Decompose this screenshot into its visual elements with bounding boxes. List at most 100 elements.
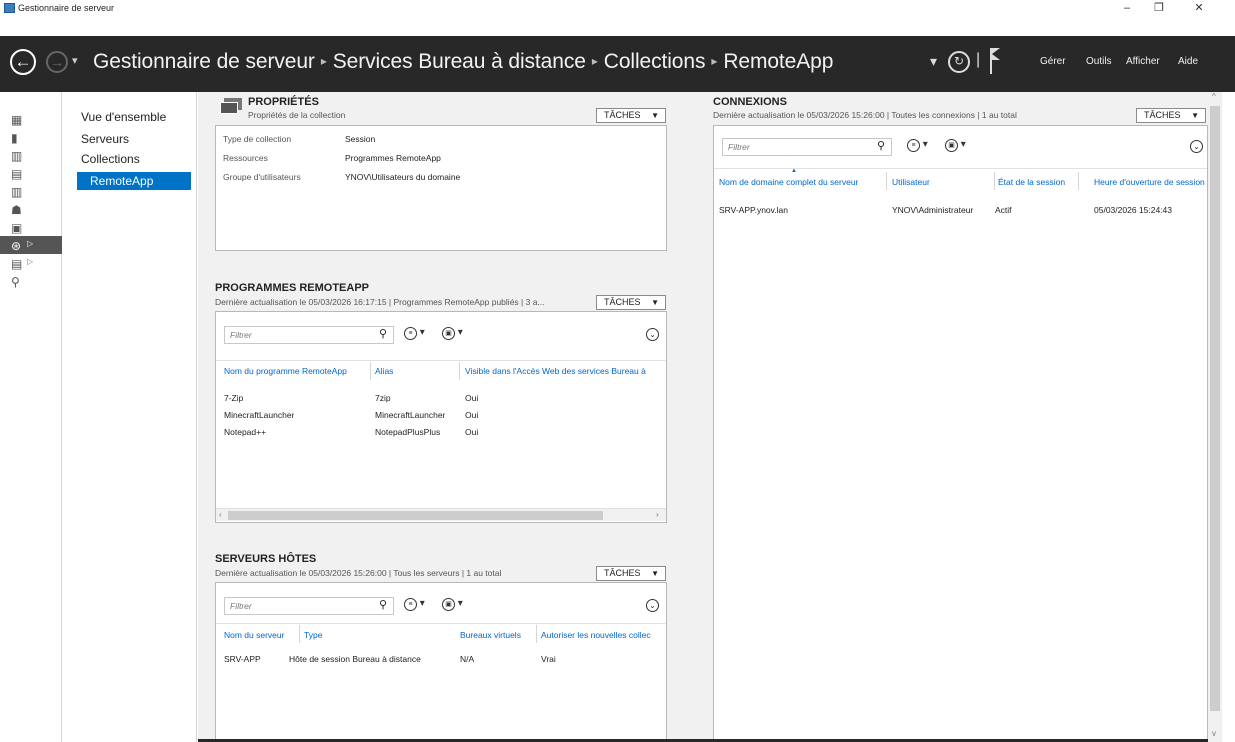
main-content: PROPRIÉTÉS Propriétés de la collection T… — [198, 92, 1208, 742]
host-name[interactable]: SRV-APP — [224, 654, 261, 664]
save-query-button[interactable]: ▣ ▾ — [945, 139, 977, 155]
scroll-left-icon[interactable]: ‹ — [219, 510, 222, 519]
tools-icon: ⚲ — [11, 275, 20, 289]
close-button[interactable]: ✕ — [1183, 0, 1215, 16]
sub-nav-collections[interactable]: Collections — [81, 152, 140, 166]
connection-server[interactable]: SRV-APP.ynov.lan — [719, 205, 788, 215]
properties-subtitle: Propriétés de la collection — [248, 110, 346, 120]
remoteapp-name[interactable]: Notepad++ — [224, 427, 266, 437]
nav-iis[interactable]: ▥ — [0, 182, 62, 200]
header-dropdown-icon[interactable]: ▾ — [930, 53, 937, 70]
dropdown-arrow-icon: ▼ — [651, 569, 659, 578]
sub-nav-overview[interactable]: Vue d'ensemble — [81, 110, 166, 124]
nav-file-storage[interactable]: ▤ — [0, 164, 62, 182]
scroll-down-icon[interactable]: v — [1212, 729, 1216, 738]
rds-icon: ⊛ — [11, 239, 22, 253]
nav-dashboard[interactable]: ▦ — [0, 110, 62, 128]
sort-ascending-icon: ▲ — [791, 168, 797, 174]
tasks-label: TÂCHES — [1144, 110, 1181, 120]
connections-title: CONNEXIONS — [713, 96, 787, 108]
maximize-button[interactable]: ❐ — [1143, 0, 1175, 16]
scrollbar-thumb[interactable] — [228, 511, 603, 520]
nav-remoteapp[interactable]: ▣ — [0, 218, 62, 236]
properties-title: PROPRIÉTÉS — [248, 96, 319, 108]
breadcrumb-remoteapp[interactable]: RemoteApp — [723, 50, 833, 73]
view-options-button[interactable]: ≡ ▾ — [404, 598, 436, 614]
breadcrumb-separator-icon: ▸ — [320, 54, 327, 68]
back-arrow-icon[interactable]: ← — [10, 49, 36, 75]
remoteapp-icon: ▣ — [11, 221, 23, 235]
connections-tasks-button[interactable]: TÂCHES ▼ — [1136, 108, 1206, 123]
minimize-button[interactable]: – — [1111, 0, 1143, 16]
vertical-scrollbar[interactable]: ^ v — [1208, 92, 1222, 742]
search-icon: ⚲ — [378, 599, 387, 611]
remoteapp-tasks-button[interactable]: TÂCHES ▼ — [596, 295, 666, 310]
menu-help[interactable]: Aide — [1178, 56, 1198, 67]
column-header[interactable]: Heure d'ouverture de session — [1094, 177, 1207, 187]
column-header[interactable]: Bureaux virtuels — [460, 630, 534, 640]
nav-rds[interactable]: ⊛ ▷ — [0, 236, 62, 254]
view-options-button[interactable]: ≡ ▾ — [907, 139, 939, 155]
horizontal-scrollbar[interactable]: ‹ › — [216, 508, 666, 521]
column-header[interactable]: Nom du serveur — [224, 630, 294, 640]
sub-nav-remoteapp[interactable]: RemoteApp — [77, 172, 191, 190]
remoteapp-name[interactable]: 7-Zip — [224, 393, 243, 403]
file-storage-icon: ▤ — [11, 167, 23, 181]
nav-wsus[interactable]: ▤ ▷ — [0, 254, 62, 272]
list-options-icon: ≡ — [404, 598, 417, 611]
sub-nav: Vue d'ensemble Serveurs Collections Remo… — [63, 92, 197, 742]
scroll-right-icon[interactable]: › — [656, 510, 659, 519]
column-header[interactable]: Autoriser les nouvelles collec — [541, 630, 666, 640]
properties-icon — [220, 98, 242, 114]
menu-tools[interactable]: Outils — [1086, 56, 1112, 67]
remoteapp-filter-input[interactable]: Filtrer ⚲ — [224, 326, 394, 344]
menu-manage[interactable]: Gérer — [1040, 56, 1066, 67]
property-key: Type de collection — [223, 134, 292, 144]
hosts-tasks-button[interactable]: TÂCHES ▼ — [596, 566, 666, 581]
expand-chevron-icon[interactable]: ⌄ — [646, 599, 659, 612]
hosts-filter-input[interactable]: Filtrer ⚲ — [224, 597, 394, 615]
forward-arrow-icon[interactable]: → — [46, 51, 68, 73]
save-query-button[interactable]: ▣ ▾ — [442, 598, 474, 614]
save-query-button[interactable]: ▣ ▾ — [442, 327, 474, 343]
breadcrumb-server-manager[interactable]: Gestionnaire de serveur — [93, 50, 315, 73]
column-header[interactable]: Alias — [375, 366, 460, 376]
breadcrumb-rds[interactable]: Services Bureau à distance — [333, 50, 586, 73]
breadcrumb-collections[interactable]: Collections — [604, 50, 706, 73]
column-header[interactable]: Utilisateur — [892, 177, 984, 187]
filter-placeholder: Filtrer — [230, 330, 252, 340]
column-header[interactable]: Nom de domaine complet du serveur — [719, 177, 885, 187]
remoteapp-alias: MinecraftLauncher — [375, 410, 446, 420]
notifications-flag-icon[interactable] — [990, 48, 1002, 74]
refresh-icon[interactable]: ↻ — [948, 51, 970, 73]
property-value: YNOV\Utilisateurs du domaine — [345, 172, 461, 182]
window-title-bar: Gestionnaire de serveur — [0, 0, 1235, 16]
filter-placeholder: Filtrer — [728, 142, 750, 152]
remoteapp-name[interactable]: MinecraftLauncher — [224, 410, 294, 420]
scroll-up-icon[interactable]: ^ — [1212, 92, 1216, 101]
nav-local-server[interactable]: ▮ — [0, 128, 62, 146]
expand-chevron-icon[interactable]: ⌄ — [1190, 140, 1203, 153]
dropdown-arrow-icon: ▼ — [651, 298, 659, 307]
nav-tools[interactable]: ⚲ — [0, 272, 62, 290]
tasks-label: TÂCHES — [604, 297, 641, 307]
sub-nav-servers[interactable]: Serveurs — [81, 132, 129, 146]
connections-filter-input[interactable]: Filtrer ⚲ — [722, 138, 892, 156]
column-header[interactable]: Visible dans l'Accès Web des services Bu… — [465, 366, 665, 376]
dropdown-arrow-icon: ▼ — [651, 111, 659, 120]
view-options-button[interactable]: ≡ ▾ — [404, 327, 436, 343]
column-header[interactable]: Type — [304, 630, 454, 640]
nav-all-servers[interactable]: ▥ — [0, 146, 62, 164]
connection-state: Actif — [995, 205, 1012, 215]
expand-chevron-icon[interactable]: ⌄ — [646, 328, 659, 341]
hosts-panel: Filtrer ⚲ ≡ ▾ ▣ ▾ ⌄ Nom du serveur Type B… — [215, 582, 667, 742]
nav-remote-desktop[interactable]: ☗ — [0, 200, 62, 218]
column-header[interactable]: État de la session — [998, 177, 1076, 187]
column-header[interactable]: Nom du programme RemoteApp — [224, 366, 364, 376]
scrollbar-thumb[interactable] — [1210, 106, 1220, 711]
menu-view[interactable]: Afficher — [1126, 56, 1160, 67]
list-options-icon: ≡ — [907, 139, 920, 152]
breadcrumb: Gestionnaire de serveur ▸ Services Bureau … — [93, 50, 833, 74]
properties-tasks-button[interactable]: TÂCHES ▼ — [596, 108, 666, 123]
history-dropdown-icon[interactable]: ▾ — [72, 54, 78, 67]
